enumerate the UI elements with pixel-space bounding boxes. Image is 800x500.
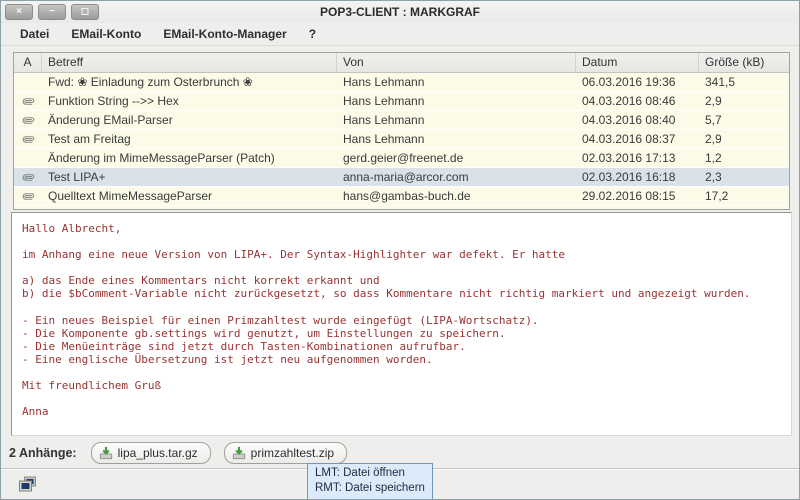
size-cell: 1,2 (699, 149, 789, 167)
attachment-cell (14, 168, 42, 186)
paperclip-icon (20, 131, 37, 148)
tooltip-line-open: LMT: Datei öffnen (315, 466, 425, 481)
attachment-cell (14, 92, 42, 110)
mail-list-header: A Betreff Von Datum Größe (kB) (14, 53, 789, 73)
attachment-tooltip: LMT: Datei öffnen RMT: Datei speichern (307, 463, 433, 500)
date-cell: 06.03.2016 19:36 (576, 73, 699, 91)
app-window: × − ◻ POP3-CLIENT : MARKGRAF Datei EMail… (0, 0, 800, 500)
table-row[interactable]: Test am Freitag Hans Lehmann 04.03.2016 … (14, 130, 789, 149)
menu-email-konto-manager[interactable]: EMail-Konto-Manager (152, 25, 297, 43)
title-bar: × − ◻ POP3-CLIENT : MARKGRAF (1, 1, 799, 23)
date-cell: 04.03.2016 08:37 (576, 130, 699, 148)
paperclip-icon (20, 188, 37, 205)
window-title: POP3-CLIENT : MARKGRAF (1, 5, 799, 19)
paperclip-icon (20, 112, 37, 129)
from-cell: anna-maria@arcor.com (337, 168, 576, 186)
table-row[interactable]: Änderung EMail-Parser Hans Lehmann 04.03… (14, 111, 789, 130)
menu-help[interactable]: ? (298, 25, 327, 43)
from-cell: gerd.geier@freenet.de (337, 149, 576, 167)
message-body[interactable]: Hallo Albrecht, im Anhang eine neue Vers… (11, 212, 792, 436)
date-cell: 29.02.2016 08:15 (576, 187, 699, 205)
attachment-cell (14, 111, 42, 129)
table-row[interactable]: Quelltext MimeMessageParser hans@gambas-… (14, 187, 789, 206)
table-row-selected[interactable]: Test LIPA+ anna-maria@arcor.com 02.03.20… (14, 168, 789, 187)
subject-cell: Änderung EMail-Parser (42, 111, 337, 129)
column-header-attachment[interactable]: A (14, 53, 42, 72)
menu-bar: Datei EMail-Konto EMail-Konto-Manager ? (1, 23, 799, 46)
menu-datei[interactable]: Datei (9, 25, 60, 43)
table-row[interactable]: Änderung im MimeMessageParser (Patch) ge… (14, 149, 789, 168)
subject-cell: Test am Freitag (42, 130, 337, 148)
attachment-cell (14, 73, 42, 91)
subject-cell: Quelltext MimeMessageParser (42, 187, 337, 205)
column-header-size[interactable]: Größe (kB) (699, 53, 789, 72)
attachment-filename: primzahltest.zip (251, 446, 334, 460)
column-header-from[interactable]: Von (337, 53, 576, 72)
size-cell: 17,2 (699, 187, 789, 205)
attachment-button-lipa[interactable]: lipa_plus.tar.gz (91, 442, 211, 464)
attachment-cell (14, 130, 42, 148)
attachment-button-primzahltest[interactable]: primzahltest.zip (224, 442, 347, 464)
mail-list: A Betreff Von Datum Größe (kB) Fwd: ❀ Ei… (13, 52, 790, 210)
subject-cell: Fwd: ❀ Einladung zum Osterbrunch ❀ (42, 73, 337, 91)
attachment-filename: lipa_plus.tar.gz (118, 446, 198, 460)
attachment-count-label: 2 Anhänge: (9, 446, 77, 460)
archive-download-icon (232, 446, 246, 460)
size-cell: 5,7 (699, 111, 789, 129)
subject-cell: Test LIPA+ (42, 168, 337, 186)
column-header-subject[interactable]: Betreff (42, 53, 337, 72)
date-cell: 02.03.2016 16:18 (576, 168, 699, 186)
menu-email-konto[interactable]: EMail-Konto (60, 25, 152, 43)
date-cell: 02.03.2016 17:13 (576, 149, 699, 167)
from-cell: Hans Lehmann (337, 130, 576, 148)
from-cell: Hans Lehmann (337, 73, 576, 91)
date-cell: 04.03.2016 08:46 (576, 92, 699, 110)
table-row[interactable]: Fwd: ❀ Einladung zum Osterbrunch ❀ Hans … (14, 73, 789, 92)
archive-download-icon (99, 446, 113, 460)
column-header-date[interactable]: Datum (576, 53, 699, 72)
subject-cell: Funktion String -->> Hex (42, 92, 337, 110)
attachment-cell (14, 149, 42, 167)
subject-cell: Änderung im MimeMessageParser (Patch) (42, 149, 337, 167)
from-cell: hans@gambas-buch.de (337, 187, 576, 205)
size-cell: 2,9 (699, 92, 789, 110)
date-cell: 04.03.2016 08:40 (576, 111, 699, 129)
tooltip-line-save: RMT: Datei speichern (315, 481, 425, 496)
size-cell: 2,3 (699, 168, 789, 186)
from-cell: Hans Lehmann (337, 92, 576, 110)
size-cell: 2,9 (699, 130, 789, 148)
from-cell: Hans Lehmann (337, 111, 576, 129)
paperclip-icon (20, 93, 37, 110)
size-cell: 341,5 (699, 73, 789, 91)
paperclip-icon (20, 169, 37, 186)
attachment-cell (14, 187, 42, 205)
network-monitors-icon (17, 476, 38, 495)
table-row[interactable]: Funktion String -->> Hex Hans Lehmann 04… (14, 92, 789, 111)
